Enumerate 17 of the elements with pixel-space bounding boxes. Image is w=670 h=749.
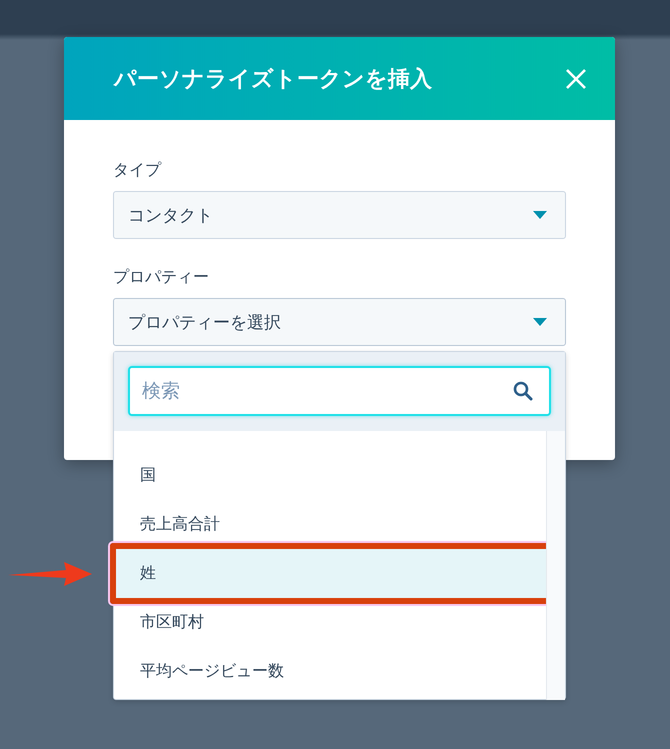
menu-item[interactable]: 国 [114,451,546,500]
arrow-icon [8,559,94,589]
caret-icon [533,211,547,219]
field-label: タイプ [113,160,162,181]
close-button[interactable] [565,68,587,90]
caret-icon [533,318,547,326]
field-label: プロパティー [113,267,210,288]
dialog-title: パーソナライズトークンを挿入 [114,66,432,94]
menu-item[interactable]: 平均ページビュー数 [114,647,546,696]
menu-item[interactable]: 姓 [114,549,546,598]
select-dropdown[interactable]: プロパティーを選択 [113,298,566,346]
menu-item[interactable]: 売上高合計 [114,500,546,549]
menu-item[interactable]: 市区町村 [114,598,546,647]
search-icon [513,381,533,401]
select-dropdown[interactable]: コンタクト [113,191,566,239]
scrollbar[interactable] [546,431,565,700]
search-field[interactable]: 検索 [128,366,551,416]
